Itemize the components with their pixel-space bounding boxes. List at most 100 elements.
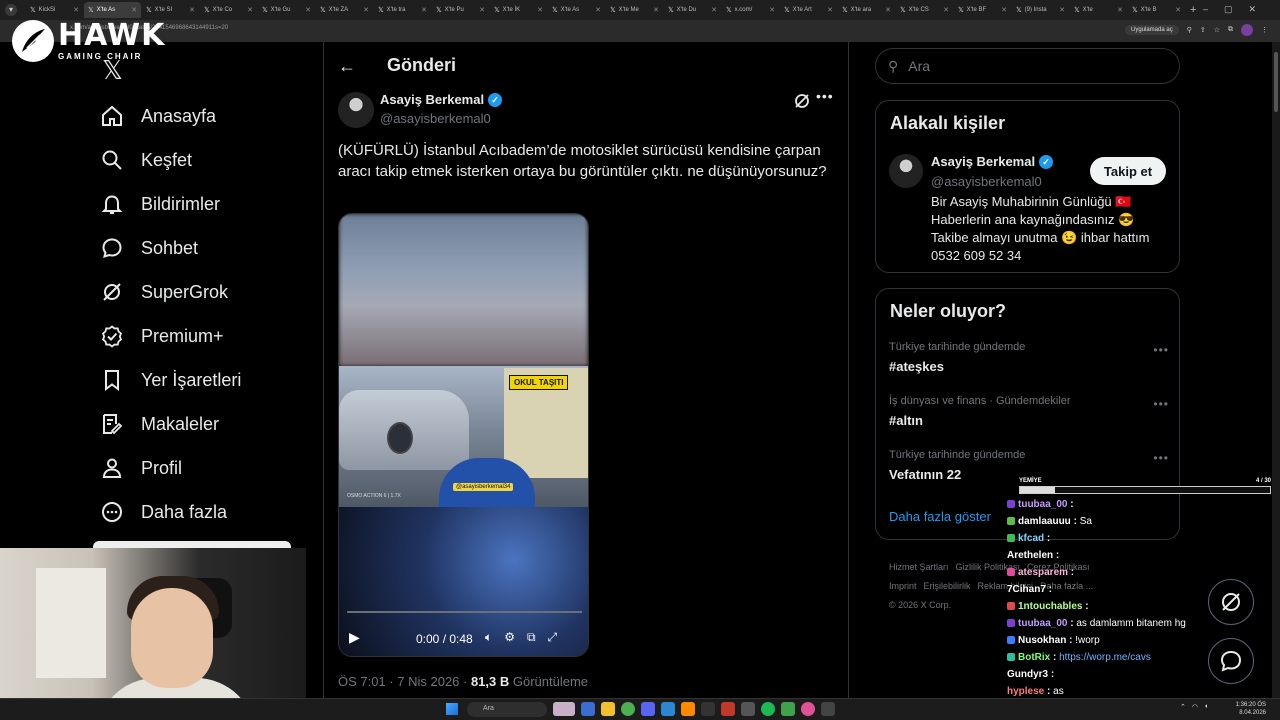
chat-username[interactable]: kfcad: [1018, 533, 1044, 544]
nav-item-6[interactable]: Yer İşaretleri: [100, 358, 241, 402]
start-button-icon[interactable]: [446, 703, 458, 715]
taskbar-clock[interactable]: 1:36:20 ÖS 8.04.2026: [1236, 701, 1266, 717]
file-explorer-icon[interactable]: [601, 702, 615, 716]
chat-username[interactable]: tuubaa_00: [1018, 618, 1067, 629]
tab-close-icon[interactable]: ✕: [421, 6, 427, 14]
browser-tab[interactable]: 𝕏 X'te CS ✕: [896, 2, 953, 18]
taskbar-app-icon[interactable]: [801, 702, 815, 716]
footer-link[interactable]: Erişilebilirlik: [924, 581, 971, 591]
back-arrow-icon[interactable]: ←: [338, 56, 356, 77]
more-options-icon[interactable]: •••: [816, 88, 834, 104]
tab-close-icon[interactable]: ✕: [189, 6, 195, 14]
trend-item[interactable]: Türkiye tarihinde gündemde #ateşkes •••: [889, 341, 1169, 374]
extensions-icon[interactable]: ⧉: [1228, 26, 1233, 34]
tab-close-icon[interactable]: ✕: [131, 6, 137, 14]
browser-tab[interactable]: 𝕏 X'te tra ✕: [374, 2, 431, 18]
post-time[interactable]: ÖS 7:01 · 7 Nis 2026 ·: [338, 674, 471, 689]
play-icon[interactable]: ▶: [349, 629, 360, 646]
tab-close-icon[interactable]: ✕: [1175, 6, 1181, 14]
browser-tab[interactable]: 𝕏 X'te As ✕: [548, 2, 605, 18]
footer-link[interactable]: © 2026 X Corp.: [889, 600, 951, 610]
chat-username[interactable]: atesparem: [1018, 567, 1068, 578]
chat-username[interactable]: Arethelen: [1007, 550, 1053, 561]
browser-tab[interactable]: 𝕏 X'te Pu ✕: [432, 2, 489, 18]
video-progress-bar[interactable]: [347, 611, 582, 613]
share-icon[interactable]: ⇪: [1200, 26, 1206, 34]
tab-close-icon[interactable]: ✕: [73, 6, 79, 14]
browser-tab[interactable]: 𝕏 X'te ara ✕: [838, 2, 895, 18]
nav-item-0[interactable]: Anasayfa: [100, 94, 241, 138]
taskbar-app-icon[interactable]: [741, 702, 755, 716]
picture-in-picture-icon[interactable]: ⧉: [527, 630, 536, 645]
tab-close-icon[interactable]: ✕: [653, 6, 659, 14]
window-controls[interactable]: –▢✕: [1203, 4, 1272, 15]
browser-menu-icon[interactable]: ⋮: [1261, 26, 1268, 34]
discord-icon[interactable]: [641, 702, 655, 716]
browser-tab[interactable]: 𝕏 X'te As ✕: [84, 2, 141, 18]
taskbar-app-icon[interactable]: [681, 702, 695, 716]
scrollbar-thumb[interactable]: [1274, 52, 1278, 112]
trend-item[interactable]: İş dünyası ve finans · Gündemdekiler #alt…: [889, 395, 1169, 428]
browser-tab[interactable]: 𝕏 X'te Du ✕: [664, 2, 721, 18]
nav-item-4[interactable]: SuperGrok: [100, 270, 241, 314]
browser-tab[interactable]: 𝕏 KickSi ✕: [26, 2, 83, 18]
tab-close-icon[interactable]: ✕: [363, 6, 369, 14]
tab-close-icon[interactable]: ✕: [305, 6, 311, 14]
more-options-icon[interactable]: •••: [1153, 343, 1169, 357]
tab-close-icon[interactable]: ✕: [247, 6, 253, 14]
taskbar-app-icon[interactable]: [721, 702, 735, 716]
chat-username[interactable]: 7Cihan7: [1007, 584, 1046, 595]
related-name[interactable]: Asayiş Berkemal ✓: [931, 154, 1054, 169]
browser-tab[interactable]: 𝕏 X'te Gu ✕: [258, 2, 315, 18]
tab-close-icon[interactable]: ✕: [827, 6, 833, 14]
footer-link[interactable]: Imprint: [889, 581, 917, 591]
author-name[interactable]: Asayiş Berkemal ✓: [380, 92, 503, 107]
tab-close-icon[interactable]: ✕: [711, 6, 717, 14]
tab-menu-button[interactable]: ▾: [5, 4, 17, 16]
related-avatar[interactable]: [889, 154, 923, 188]
taskbar-app-icon[interactable]: [781, 702, 795, 716]
more-options-icon[interactable]: •••: [1153, 397, 1169, 411]
related-handle[interactable]: @asayisberkemal0: [931, 174, 1042, 189]
footer-link[interactable]: Hizmet Şartları: [889, 562, 949, 572]
taskbar-widget-icon[interactable]: [553, 702, 575, 716]
profile-avatar[interactable]: [1241, 24, 1253, 36]
tab-close-icon[interactable]: ✕: [1001, 6, 1007, 14]
taskbar-app-icon[interactable]: [581, 702, 595, 716]
new-tab-button[interactable]: +: [1190, 4, 1196, 16]
tab-close-icon[interactable]: ✕: [885, 6, 891, 14]
browser-tab[interactable]: 𝕏 X'te Art ✕: [780, 2, 837, 18]
tab-close-icon[interactable]: ✕: [943, 6, 949, 14]
star-icon[interactable]: ☆: [1214, 26, 1220, 34]
browser-tab[interactable]: 𝕏 (9) Insta ✕: [1012, 2, 1069, 18]
tab-close-icon[interactable]: ✕: [1117, 6, 1123, 14]
follow-button[interactable]: Takip et: [1090, 157, 1166, 185]
search-input[interactable]: ⚲ Ara: [875, 48, 1180, 84]
author-avatar[interactable]: [338, 92, 374, 128]
taskbar-app-icon[interactable]: [821, 702, 835, 716]
show-more-link[interactable]: Daha fazla göster: [889, 509, 991, 524]
taskbar-search[interactable]: Ara: [467, 702, 547, 717]
video-player[interactable]: OKUL TAŞITI @asayisberkemal34 OSMO ACTIO…: [338, 213, 589, 657]
nav-item-3[interactable]: Sohbet: [100, 226, 241, 270]
chat-username[interactable]: hyplese: [1007, 686, 1044, 697]
grok-icon[interactable]: [793, 92, 811, 115]
tab-close-icon[interactable]: ✕: [537, 6, 543, 14]
browser-tab[interactable]: 𝕏 X'te BF ✕: [954, 2, 1011, 18]
author-handle[interactable]: @asayisberkemal0: [380, 111, 491, 126]
tab-close-icon[interactable]: ✕: [595, 6, 601, 14]
taskbar-app-icon[interactable]: [701, 702, 715, 716]
chat-username[interactable]: Nusokhan: [1018, 635, 1066, 646]
volume-icon[interactable]: 🔈︎: [485, 630, 492, 645]
taskbar-app-icon[interactable]: [661, 702, 675, 716]
browser-tab[interactable]: 𝕏 X'te ✕: [1070, 2, 1127, 18]
nav-item-1[interactable]: Keşfet: [100, 138, 241, 182]
chat-username[interactable]: 1ntouchables: [1018, 601, 1082, 612]
open-in-app-button[interactable]: Uygulamada aç: [1125, 25, 1179, 35]
chat-username[interactable]: damlaauuu: [1018, 516, 1071, 527]
nav-item-5[interactable]: Premium+: [100, 314, 241, 358]
browser-tab[interactable]: 𝕏 X'te SI ✕: [142, 2, 199, 18]
more-options-icon[interactable]: •••: [1153, 451, 1169, 465]
nav-item-9[interactable]: Daha fazla: [100, 490, 241, 534]
zoom-icon[interactable]: ⚲: [1187, 26, 1192, 34]
